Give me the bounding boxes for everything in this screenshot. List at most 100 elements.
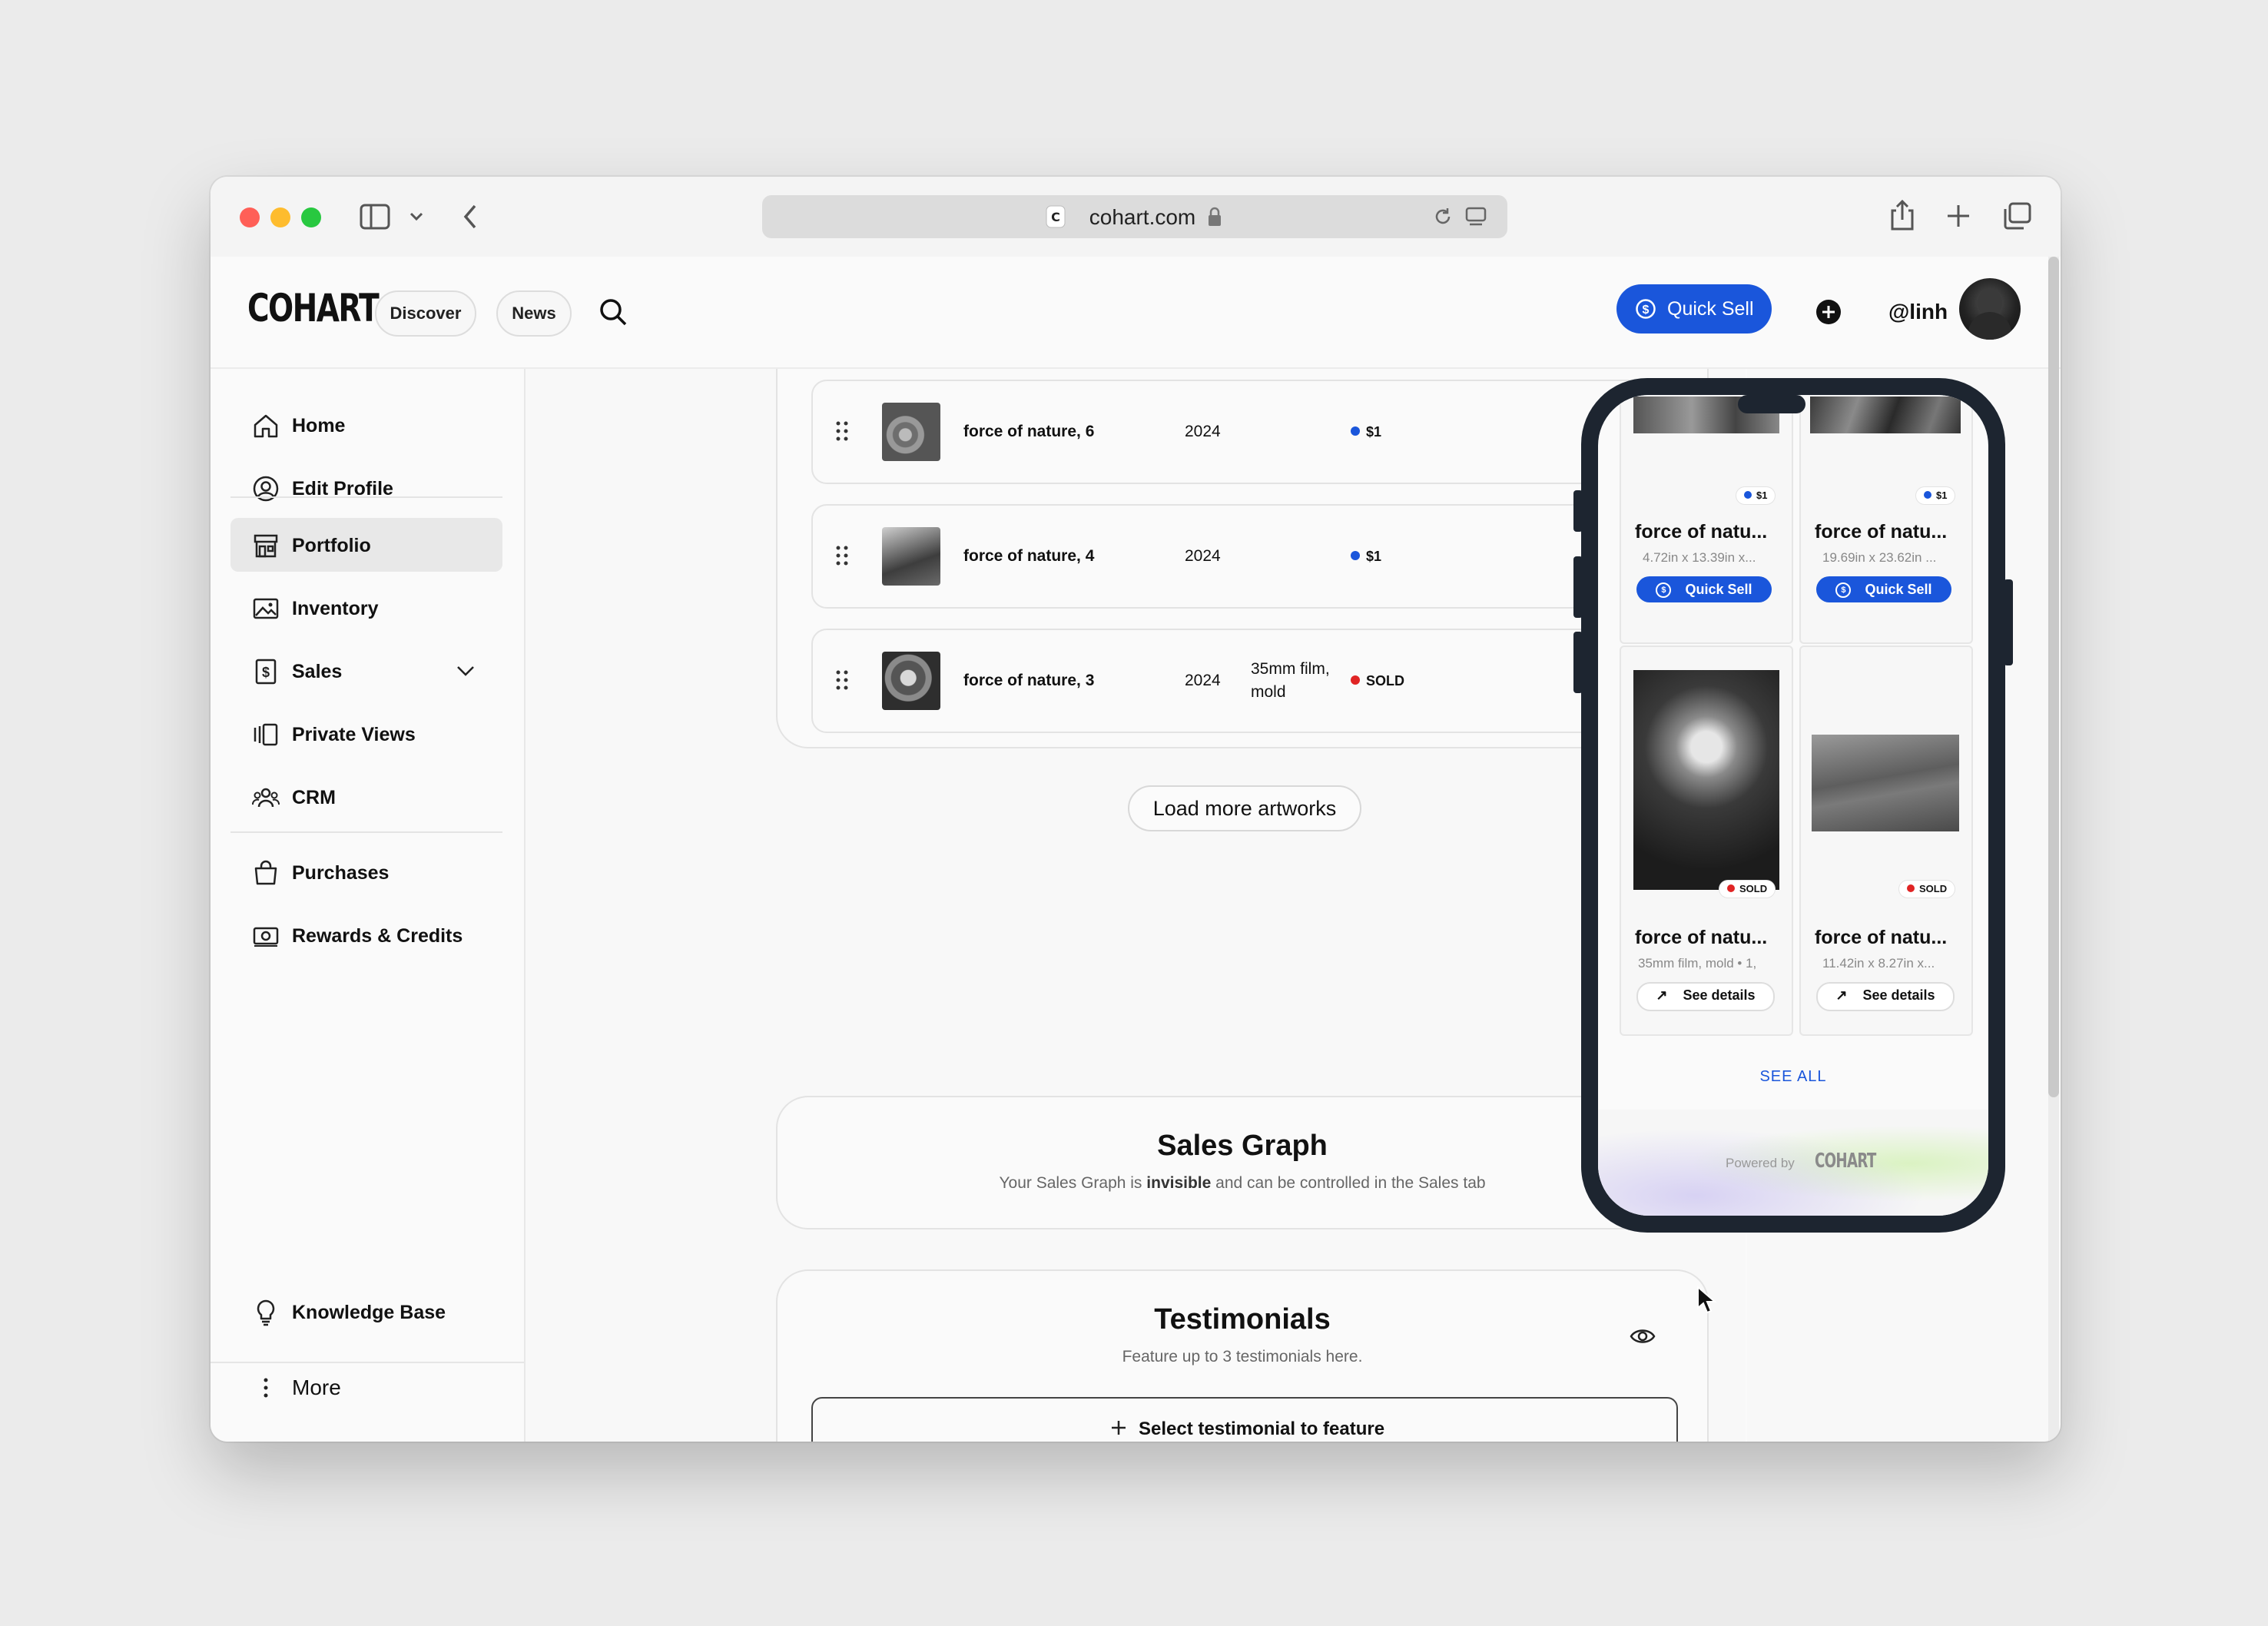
sidebar-item-home[interactable]: Home [230,398,502,452]
table-row[interactable]: force of nature, 6 2024 $1 [811,380,1678,484]
artwork-thumbnail[interactable] [882,652,940,710]
arrow-up-right-icon: ↗ [1656,987,1668,1003]
testimonials-title: Testimonials [1154,1303,1331,1336]
preview-artwork-name: force of natu... [1635,927,1768,948]
browser-window: C cohart.com COHART Discover News $ Quic… [211,177,2061,1442]
scrollbar[interactable] [2048,257,2059,1442]
sold-tag: SOLD [1719,881,1776,898]
table-row[interactable]: force of nature, 3 2024 35mm film, mold … [811,629,1678,733]
sidebar-item-inventory[interactable]: Inventory [230,581,502,635]
sidebar-item-label: Inventory [292,598,379,619]
cohart-logo[interactable]: COHART [247,286,380,330]
sidebar-item-portfolio[interactable]: Portfolio [230,518,502,572]
price-tag: $1 [1736,487,1776,504]
nav-news[interactable]: News [496,290,572,337]
status-dot [1351,551,1360,561]
preview-artwork-card[interactable]: SOLD force of natu... 35mm film, mold • … [1620,645,1793,1036]
chevron-down-icon[interactable] [455,662,476,679]
preview-see-details-button[interactable]: ↗ See details [1636,982,1775,1011]
artwork-title[interactable]: force of nature, 6 [963,423,1094,441]
artwork-image [1810,397,1961,433]
preview-quick-sell-button[interactable]: $ Quick Sell [1636,576,1772,602]
see-all-link[interactable]: SEE ALL [1598,1068,1988,1086]
sidebar-item-knowledge-base[interactable]: Knowledge Base [230,1285,502,1339]
sidebar-item-label: Home [292,415,346,436]
address-bar[interactable]: C cohart.com [762,195,1507,238]
scrollbar-thumb[interactable] [2048,257,2059,1097]
lightbulb-icon [257,1299,275,1326]
share-icon[interactable] [1888,198,1916,232]
eye-icon[interactable] [1629,1326,1656,1346]
artwork-year: 2024 [1185,547,1221,565]
sidebar-item-label: Rewards & Credits [292,925,463,947]
drag-handle-icon[interactable] [834,669,850,692]
load-more-artworks-button[interactable]: Load more artworks [1128,785,1361,831]
sidebar-item-private-views[interactable]: Private Views [230,707,502,761]
status-dot [1727,884,1735,892]
main-content: force of nature, 6 2024 $1 force of natu… [526,369,1746,1442]
phone-side-button [1573,490,1583,532]
chevron-down-icon[interactable] [409,211,424,223]
drag-handle-icon[interactable] [834,420,850,443]
zoom-window-button[interactable] [301,207,321,227]
preview-artwork-name: force of natu... [1815,521,1948,543]
artwork-thumbnail[interactable] [882,403,940,461]
sidebar-item-label: Knowledge Base [292,1302,446,1323]
username-label[interactable]: @linh [1888,300,1948,324]
user-circle-icon [253,476,279,502]
sidebar-item-label: Portfolio [292,535,371,556]
svg-text:$: $ [1643,304,1650,317]
artwork-title[interactable]: force of nature, 4 [963,547,1094,566]
drag-handle-icon[interactable] [834,544,850,567]
artwork-image [1633,670,1779,890]
back-arrow-icon[interactable] [461,203,479,231]
preview-artwork-card[interactable]: $1 force of natu... 19.69in x 23.62in ..… [1799,395,1973,644]
sidebar-item-sales[interactable]: $ Sales [230,644,502,698]
sidebar-item-crm[interactable]: CRM [230,770,502,824]
sidebar-item-purchases[interactable]: Purchases [230,845,502,899]
preview-artwork-card[interactable]: SOLD force of natu... 11.42in x 8.27in x… [1799,645,1973,1036]
new-tab-icon[interactable] [1945,203,1971,229]
reload-icon[interactable] [1432,206,1454,227]
sidebar-item-label: More [292,1375,341,1399]
dollar-circle-icon: $ [1835,582,1852,599]
artwork-thumbnail[interactable] [882,527,940,586]
artwork-year: 2024 [1185,672,1221,689]
lock-icon [1209,207,1221,226]
sidebar-item-more[interactable]: More [230,1360,502,1414]
reader-mode-icon[interactable] [1464,206,1487,227]
table-row[interactable]: force of nature, 4 2024 $1 [811,504,1678,609]
preview-quick-sell-button[interactable]: $ Quick Sell [1816,576,1951,602]
add-circle-icon[interactable] [1815,298,1842,326]
artwork-title[interactable]: force of nature, 3 [963,672,1094,690]
search-icon[interactable] [598,297,628,327]
preview-artwork-card[interactable]: $1 force of natu... 4.72in x 13.39in x..… [1620,395,1793,644]
dollar-circle-icon: $ [1636,299,1656,319]
preview-artwork-dims: 4.72in x 13.39in x... [1643,550,1756,565]
price-badge: $1 [1351,549,1381,565]
status-dot [1351,675,1360,685]
tab-overview-icon[interactable] [2002,201,2033,231]
browser-toolbar: C cohart.com [211,177,2061,257]
preview-artwork-name: force of natu... [1815,927,1948,948]
avatar[interactable] [1959,278,2021,340]
sidebar-divider [230,831,502,833]
nav-discover[interactable]: Discover [375,290,476,337]
dollar-receipt-icon: $ [255,659,277,685]
preview-see-details-button[interactable]: ↗ See details [1816,982,1955,1011]
quick-sell-button[interactable]: $ Quick Sell [1616,284,1772,333]
powered-by-label: Powered by [1726,1156,1795,1170]
close-window-button[interactable] [240,207,260,227]
sidebar: Home Edit Profile Portfolio Inventory $ … [211,369,526,1442]
users-icon [252,788,280,808]
select-testimonial-button[interactable]: Select testimonial to feature [811,1397,1678,1442]
sidebar-item-rewards-credits[interactable]: Rewards & Credits [230,908,502,962]
status-dot [1924,490,1931,499]
preview-artwork-dims: 35mm film, mold • 1, [1638,956,1757,971]
sidebar-item-edit-profile[interactable]: Edit Profile [230,461,502,515]
minimize-window-button[interactable] [270,207,290,227]
artworks-list-card: force of nature, 6 2024 $1 force of natu… [776,369,1709,831]
sold-badge: SOLD [1351,673,1404,689]
sidebar-item-label: Private Views [292,724,416,745]
sidebar-toggle-icon[interactable] [360,203,392,231]
